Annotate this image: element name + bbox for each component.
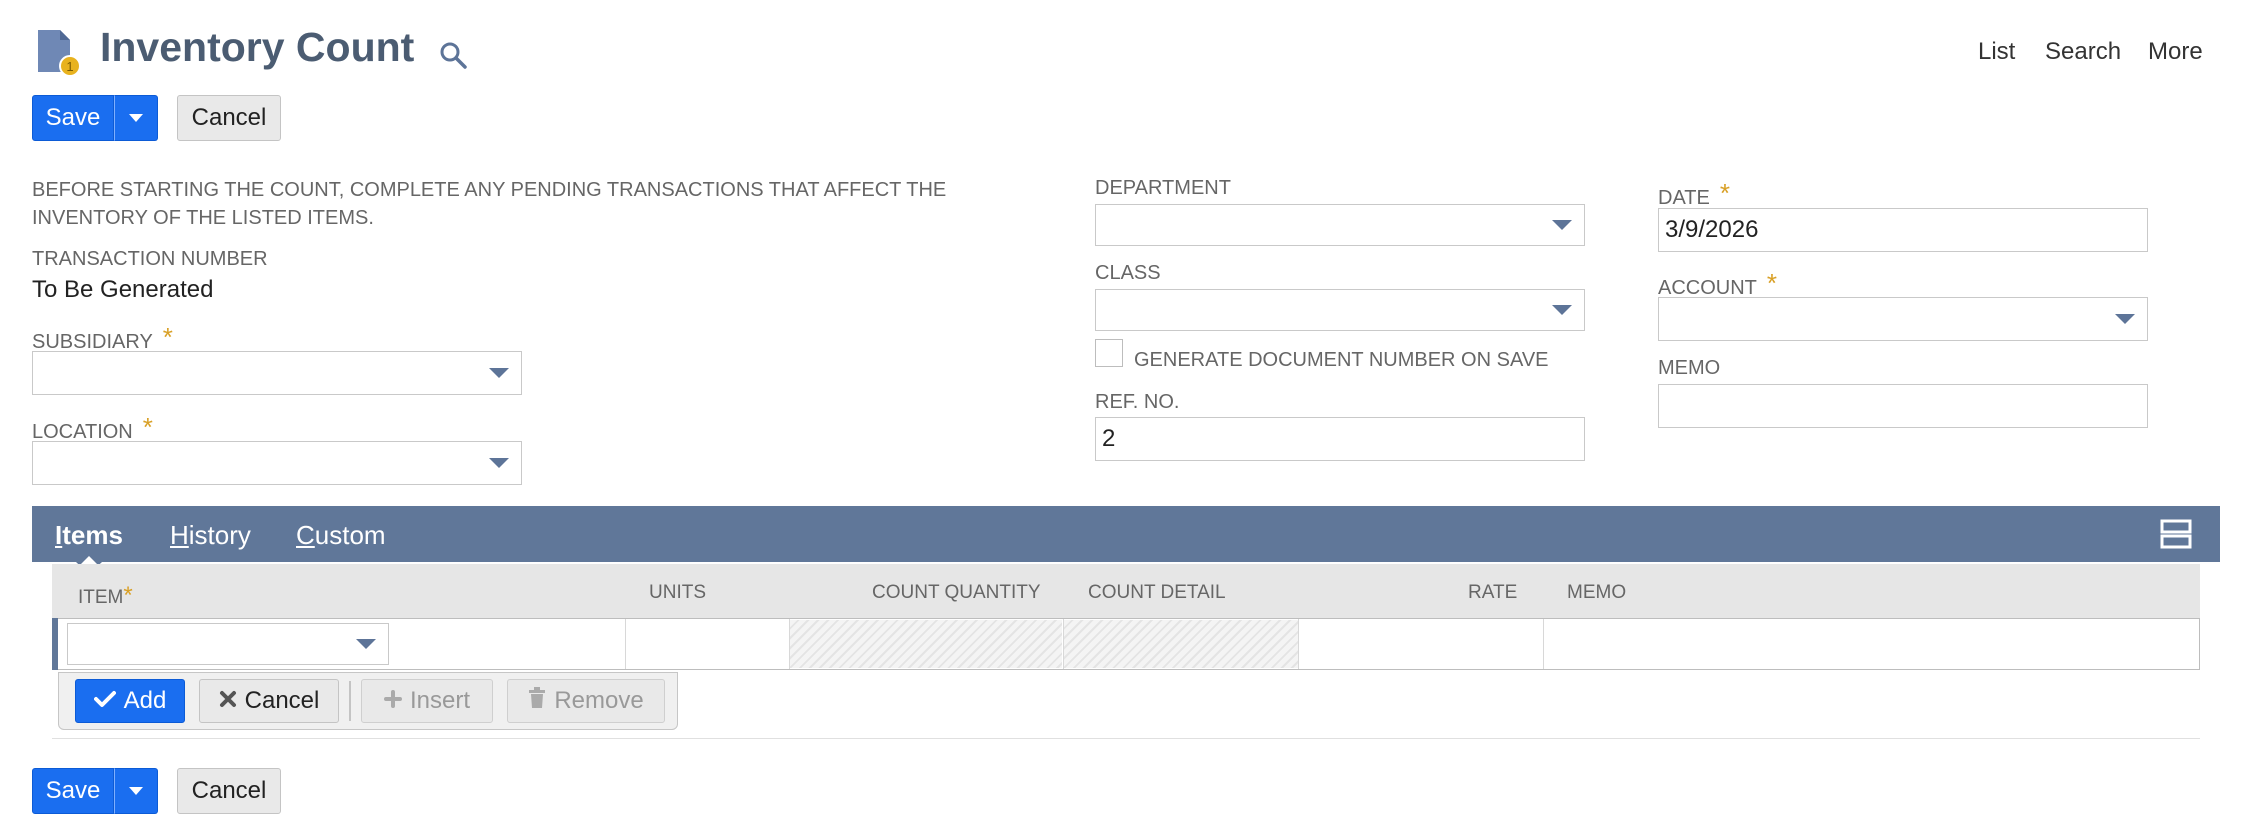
date-input[interactable]: 3/9/2026 xyxy=(1658,208,2148,252)
required-marker: * xyxy=(1719,178,1730,208)
nav-list-link[interactable]: List xyxy=(1978,38,2015,66)
check-icon xyxy=(93,687,116,715)
chevron-down-icon xyxy=(356,639,376,649)
action-divider xyxy=(349,681,351,721)
generate-document-number-label: GENERATE DOCUMENT NUMBER ON SAVE xyxy=(1134,349,1549,371)
save-button-group-bottom: Save xyxy=(32,768,158,814)
location-select[interactable] xyxy=(32,441,522,485)
subtab-bar: Items History Custom xyxy=(32,506,2220,562)
save-button[interactable]: Save xyxy=(32,95,114,141)
column-header-count-quantity: COUNT QUANTITY xyxy=(872,582,1041,603)
memo-input[interactable] xyxy=(1658,384,2148,428)
class-label: CLASS xyxy=(1095,262,1161,284)
tab-items[interactable]: Items xyxy=(55,520,123,551)
insert-row-button[interactable]: Insert xyxy=(361,679,493,723)
column-header-count-detail: COUNT DETAIL xyxy=(1088,582,1226,603)
close-icon xyxy=(219,687,237,715)
table-row xyxy=(52,618,2200,670)
nav-more-link[interactable]: More xyxy=(2148,38,2203,66)
chevron-down-icon xyxy=(2115,314,2135,324)
column-header-item: ITEM* xyxy=(78,582,133,609)
required-marker: * xyxy=(123,582,133,609)
required-marker: * xyxy=(142,412,153,442)
memo-cell[interactable] xyxy=(1547,623,2187,665)
save-options-button[interactable] xyxy=(114,95,158,141)
transaction-number-label: TRANSACTION NUMBER xyxy=(32,248,268,270)
svg-text:1: 1 xyxy=(66,59,73,74)
column-header-units: UNITS xyxy=(649,582,706,603)
column-header-rate: RATE xyxy=(1468,582,1518,603)
chevron-down-icon xyxy=(129,787,143,795)
date-label: DATE * xyxy=(1658,178,1730,209)
count-quantity-cell xyxy=(790,620,1062,668)
cell-divider xyxy=(1298,619,1299,669)
chevron-down-icon xyxy=(1552,220,1572,230)
active-row-marker xyxy=(52,618,58,670)
search-icon[interactable] xyxy=(438,40,468,70)
tab-history[interactable]: History xyxy=(170,520,251,551)
column-header-memo: MEMO xyxy=(1567,582,1627,603)
chevron-down-icon xyxy=(489,368,509,378)
pending-transactions-notice: BEFORE STARTING THE COUNT, COMPLETE ANY … xyxy=(32,179,947,229)
cancel-button[interactable]: Cancel xyxy=(177,768,281,814)
save-button[interactable]: Save xyxy=(32,768,114,814)
nav-search-link[interactable]: Search xyxy=(2045,38,2121,66)
item-select[interactable] xyxy=(67,623,389,665)
memo-label: MEMO xyxy=(1658,357,1721,379)
class-select[interactable] xyxy=(1095,289,1585,331)
chevron-down-icon xyxy=(489,458,509,468)
remove-row-button[interactable]: Remove xyxy=(507,679,665,723)
cell-divider xyxy=(625,619,626,669)
row-action-bar: Add Cancel Insert Remove xyxy=(58,672,678,730)
cell-divider xyxy=(1543,619,1544,669)
add-row-button[interactable]: Add xyxy=(75,679,185,723)
plus-icon xyxy=(383,687,402,715)
department-label: DEPARTMENT xyxy=(1095,177,1231,199)
save-options-button[interactable] xyxy=(114,768,158,814)
chevron-down-icon xyxy=(129,114,143,122)
units-cell[interactable] xyxy=(627,623,787,665)
ref-no-label: REF. NO. xyxy=(1095,391,1180,413)
trash-icon xyxy=(528,686,546,716)
subsidiary-select[interactable] xyxy=(32,351,522,395)
rate-cell[interactable] xyxy=(1301,623,1541,665)
save-button-group: Save xyxy=(32,95,158,141)
tab-custom[interactable]: Custom xyxy=(296,520,386,551)
layout-toggle-icon[interactable] xyxy=(2160,519,2192,549)
transaction-number-value: To Be Generated xyxy=(32,276,214,303)
document-coin-icon: 1 xyxy=(36,28,82,78)
cancel-row-button[interactable]: Cancel xyxy=(199,679,339,723)
ref-no-input[interactable]: 2 xyxy=(1095,417,1585,461)
account-select[interactable] xyxy=(1658,297,2148,341)
count-detail-cell xyxy=(1064,620,1298,668)
department-select[interactable] xyxy=(1095,204,1585,246)
grid-header: ITEM* UNITS COUNT QUANTITY COUNT DETAIL … xyxy=(52,564,2200,618)
required-marker: * xyxy=(1766,268,1778,298)
page-title: Inventory Count xyxy=(100,24,415,70)
cancel-button[interactable]: Cancel xyxy=(177,95,281,141)
chevron-down-icon xyxy=(1552,305,1572,315)
required-marker: * xyxy=(162,322,173,352)
generate-document-number-checkbox[interactable] xyxy=(1095,339,1123,367)
